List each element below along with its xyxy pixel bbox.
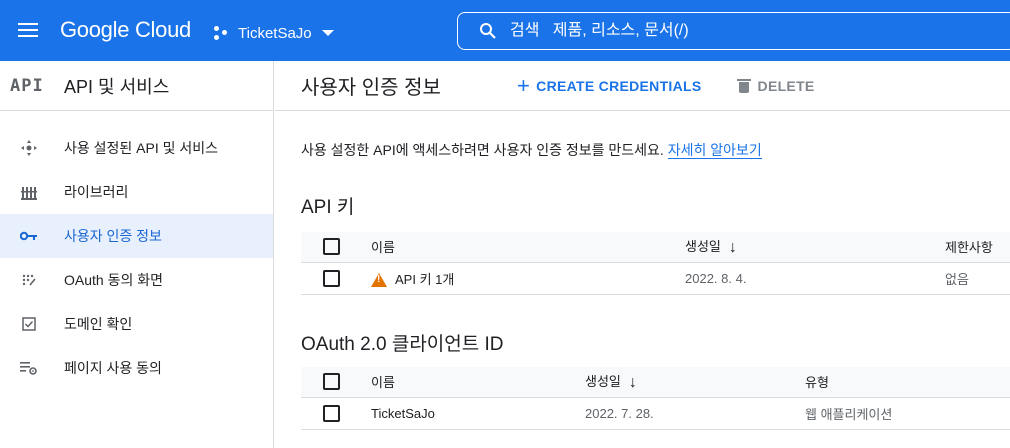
trash-icon xyxy=(736,78,751,93)
top-app-bar: Google Cloud TicketSaJo xyxy=(0,0,1010,61)
column-header-type: 유형 xyxy=(805,367,1010,398)
column-header-restrictions: 제한사항 xyxy=(945,232,1010,263)
search-input[interactable] xyxy=(510,22,930,40)
settings-list-icon xyxy=(20,359,38,377)
key-icon xyxy=(20,227,38,245)
delete-button[interactable]: DELETE xyxy=(736,77,815,94)
sidebar-item-domain-verification[interactable]: 도메인 확인 xyxy=(0,302,273,346)
oauth-client-type: 웹 애플리케이션 xyxy=(805,397,1010,430)
sidebar-item-label: 도메인 확인 xyxy=(64,316,133,332)
main-content: 사용자 인증 정보 + CREATE CREDENTIALS DELETE 사용… xyxy=(275,61,1010,448)
sidebar-item-label: OAuth 동의 화면 xyxy=(64,272,163,288)
project-name: TicketSaJo xyxy=(238,24,312,42)
table-row: TicketSaJo 2022. 7. 28. 웹 애플리케이션 xyxy=(301,397,1010,430)
column-header-created[interactable]: 생성일 ↓ xyxy=(685,232,945,263)
sidebar-item-label: 라이브러리 xyxy=(64,184,129,200)
create-credentials-button[interactable]: + CREATE CREDENTIALS xyxy=(517,72,702,98)
column-header-created[interactable]: 생성일 ↓ xyxy=(585,367,805,398)
column-header-label: 생성일 xyxy=(585,374,621,390)
column-header-name: 이름 xyxy=(371,232,685,263)
sidebar-item-label: 사용자 인증 정보 xyxy=(64,228,162,244)
sidebar-item-label: 사용 설정된 API 및 서비스 xyxy=(64,140,219,156)
google-cloud-logo[interactable]: Google Cloud xyxy=(60,17,191,43)
page-header: 사용자 인증 정보 + CREATE CREDENTIALS DELETE xyxy=(275,61,1010,111)
api-badge-icon: API xyxy=(10,75,44,96)
arrow-down-icon: ↓ xyxy=(728,239,737,257)
plus-icon: + xyxy=(517,72,531,98)
intro-text: 사용 설정한 API에 액세스하려면 사용자 인증 정보를 만드세요. 자세히 … xyxy=(301,140,762,160)
select-all-checkbox[interactable] xyxy=(323,238,340,256)
oauth-clients-title: OAuth 2.0 클라이언트 ID xyxy=(301,334,504,355)
table-header-row: 이름 생성일 ↓ 제한사항 xyxy=(301,232,1010,263)
api-keys-title: API 키 xyxy=(301,197,355,218)
checkbox-icon xyxy=(20,315,38,333)
api-key-restriction: 없음 xyxy=(945,262,1010,295)
sidebar-item-library[interactable]: 라이브러리 xyxy=(0,170,273,214)
api-keys-table: 이름 생성일 ↓ 제한사항 API 키 1개 2022. 8. 4. 없음 xyxy=(301,232,1010,295)
row-checkbox[interactable] xyxy=(323,404,340,422)
search-box[interactable] xyxy=(457,12,1010,50)
sidebar-item-label: 페이지 사용 동의 xyxy=(64,360,162,376)
sidebar: API API 및 서비스 사용 설정된 API 및 서비스 라이브러리 사용자… xyxy=(0,61,274,448)
project-dots-icon xyxy=(214,25,232,41)
sidebar-title: API 및 서비스 xyxy=(64,76,170,97)
api-nodes-icon xyxy=(20,139,38,157)
oauth-client-created: 2022. 7. 28. xyxy=(585,397,805,430)
oauth-client-name[interactable]: TicketSaJo xyxy=(371,397,585,430)
column-header-name: 이름 xyxy=(371,367,585,398)
table-row: API 키 1개 2022. 8. 4. 없음 xyxy=(301,262,1010,295)
sidebar-item-credentials[interactable]: 사용자 인증 정보 xyxy=(0,214,273,258)
warning-icon xyxy=(371,273,387,288)
api-key-name: API 키 1개 xyxy=(395,271,455,287)
hamburger-menu-icon[interactable] xyxy=(16,19,40,43)
api-key-created: 2022. 8. 4. xyxy=(685,262,945,295)
sidebar-item-enabled-apis[interactable]: 사용 설정된 API 및 서비스 xyxy=(0,126,273,170)
sidebar-item-oauth-consent[interactable]: OAuth 동의 화면 xyxy=(0,258,273,302)
sidebar-nav: 사용 설정된 API 및 서비스 라이브러리 사용자 인증 정보 OAuth 동… xyxy=(0,111,273,390)
search-icon xyxy=(478,21,498,41)
select-all-checkbox[interactable] xyxy=(323,373,340,391)
chevron-down-icon xyxy=(321,30,334,36)
learn-more-link[interactable]: 자세히 알아보기 xyxy=(667,142,762,159)
table-header-row: 이름 생성일 ↓ 유형 xyxy=(301,367,1010,398)
project-selector[interactable]: TicketSaJo xyxy=(214,21,334,45)
delete-label: DELETE xyxy=(757,77,815,94)
create-credentials-label: CREATE CREDENTIALS xyxy=(536,77,702,94)
api-key-name-cell[interactable]: API 키 1개 xyxy=(371,262,685,295)
sidebar-header: API API 및 서비스 xyxy=(0,61,273,111)
oauth-clients-table: 이름 생성일 ↓ 유형 TicketSaJo 2022. 7. 28. 웹 애플리… xyxy=(301,367,1010,430)
library-icon xyxy=(20,183,38,201)
column-header-label: 생성일 xyxy=(685,239,721,255)
arrow-down-icon: ↓ xyxy=(628,374,637,392)
intro-description: 사용 설정한 API에 액세스하려면 사용자 인증 정보를 만드세요. xyxy=(301,142,668,158)
oauth-consent-icon xyxy=(20,271,38,289)
row-checkbox[interactable] xyxy=(323,269,340,287)
page-title: 사용자 인증 정보 xyxy=(301,77,441,99)
sidebar-item-page-usage-agreements[interactable]: 페이지 사용 동의 xyxy=(0,346,273,390)
